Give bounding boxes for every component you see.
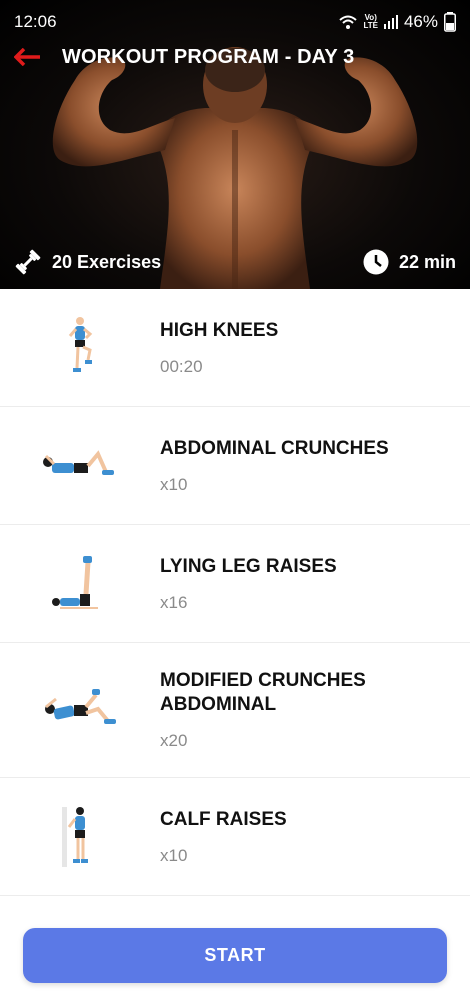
page-title: WORKOUT PROGRAM - DAY 3 xyxy=(62,45,355,68)
hero-info-bar: 20 Exercises 22 min xyxy=(0,240,470,284)
exercise-thumbnail xyxy=(0,525,160,642)
arrow-left-icon xyxy=(14,48,40,66)
status-time: 12:06 xyxy=(14,12,57,31)
exercise-thumbnail xyxy=(0,289,160,406)
exercise-count: 20 Exercises xyxy=(14,248,161,276)
exercise-reps: x10 xyxy=(160,845,188,865)
exercise-list: HIGH KNEES 00:20 ABDOMINAL CRUNCHES x10 xyxy=(0,289,470,896)
app-header: WORKOUT PROGRAM - DAY 3 xyxy=(0,38,470,76)
modified-crunches-illustration-icon xyxy=(45,689,116,724)
exercise-name: CALF RAISES xyxy=(160,808,287,830)
clock-icon xyxy=(363,249,389,275)
start-button[interactable]: START xyxy=(23,928,447,983)
signal-icon xyxy=(383,15,398,29)
workout-duration: 22 min xyxy=(363,249,456,275)
exercise-thumbnail xyxy=(0,407,160,524)
exercise-item-abdominal-crunches[interactable]: ABDOMINAL CRUNCHES x10 xyxy=(0,407,470,525)
exercise-reps: x16 xyxy=(160,592,188,612)
battery-icon xyxy=(444,12,456,32)
exercise-count-label: 20 Exercises xyxy=(52,251,162,272)
dumbbell-icon xyxy=(15,249,41,275)
battery-percent: 46% xyxy=(403,12,438,31)
exercise-duration: 00:20 xyxy=(160,356,203,376)
exercise-item-modified-crunches[interactable]: MODIFIED CRUNCHES ABDOMINAL x20 xyxy=(0,643,470,778)
exercise-name-line1: MODIFIED CRUNCHES xyxy=(160,670,366,691)
exercise-name: HIGH KNEES xyxy=(160,319,279,341)
status-icons: Vo) LTE 46% xyxy=(339,12,456,32)
duration-label: 22 min xyxy=(398,251,456,272)
exercise-name-line2: ABDOMINAL xyxy=(160,694,277,715)
exercise-item-high-knees[interactable]: HIGH KNEES 00:20 xyxy=(0,289,470,407)
exercise-name: ABDOMINAL CRUNCHES xyxy=(160,437,389,459)
exercise-item-lying-leg-raises[interactable]: LYING LEG RAISES x16 xyxy=(0,525,470,643)
exercise-reps: x10 xyxy=(160,474,188,494)
crunches-illustration-icon xyxy=(43,449,114,475)
wifi-icon xyxy=(339,15,358,29)
calf-raises-illustration-icon xyxy=(62,806,88,867)
back-button[interactable] xyxy=(0,38,54,76)
exercise-thumbnail xyxy=(0,778,160,895)
leg-raises-illustration-icon xyxy=(52,555,98,609)
exercise-thumbnail xyxy=(0,643,160,777)
hero-banner: 12:06 Vo) LTE 46% WORKOUT PROGRAM - DAY … xyxy=(0,0,470,289)
volte-indicator: Vo) LTE xyxy=(363,13,378,30)
high-knees-illustration-icon xyxy=(68,316,93,372)
exercise-reps: x20 xyxy=(160,731,188,750)
exercise-item-calf-raises[interactable]: CALF RAISES x10 xyxy=(0,778,470,896)
exercise-name: LYING LEG RAISES xyxy=(160,555,337,577)
